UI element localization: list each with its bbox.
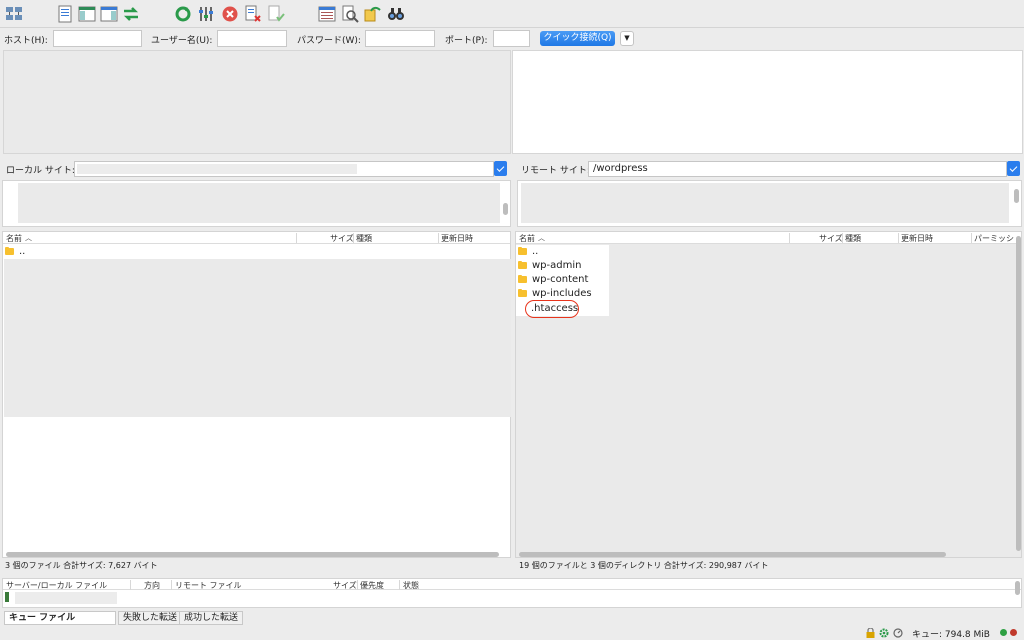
speed-limit-icon[interactable] xyxy=(893,628,903,638)
password-input[interactable] xyxy=(365,30,435,47)
site-manager-icon[interactable] xyxy=(5,5,23,23)
remote-col-type[interactable]: 種類 xyxy=(845,233,861,244)
folder-icon xyxy=(518,246,527,255)
binoculars-search-icon[interactable] xyxy=(387,5,405,23)
queue-size-text: キュー: 794.8 MiB xyxy=(912,630,990,640)
disconnect-icon[interactable] xyxy=(244,5,262,23)
remote-col-permissions[interactable]: パーミッシ xyxy=(974,233,1014,244)
process-queue-icon[interactable] xyxy=(197,5,215,23)
username-input[interactable] xyxy=(217,30,287,47)
list-item[interactable]: .. xyxy=(516,245,609,259)
local-file-list-header: 名前 ︿ サイズ 種類 更新日時 xyxy=(3,232,510,244)
local-col-size[interactable]: サイズ xyxy=(330,233,354,244)
status-bar: キュー: 794.8 MiB xyxy=(0,626,1024,640)
reconnect-icon[interactable] xyxy=(267,5,285,23)
remote-col-modified[interactable]: 更新日時 xyxy=(901,233,933,244)
local-file-list[interactable]: 名前 ︿ サイズ 種類 更新日時 .. xyxy=(2,231,511,558)
local-path-redacted xyxy=(77,164,357,174)
port-input[interactable] xyxy=(493,30,530,47)
remote-site-dropdown-button[interactable] xyxy=(1007,161,1020,176)
local-col-name[interactable]: 名前 xyxy=(6,233,22,244)
host-input[interactable] xyxy=(53,30,142,47)
queue-col-priority[interactable]: 優先度 xyxy=(360,580,384,591)
local-col-modified[interactable]: 更新日時 xyxy=(441,233,473,244)
remote-site-label: リモート サイト: xyxy=(521,166,590,176)
remote-list-vscrollbar[interactable] xyxy=(1016,236,1021,551)
list-item[interactable]: wp-content xyxy=(516,273,609,287)
queue-header: サーバー/ローカル ファイル 方向 リモート ファイル サイズ 優先度 状態 xyxy=(3,579,1021,590)
remote-list-hscrollbar[interactable] xyxy=(519,552,946,557)
chevron-down-icon: ▼ xyxy=(624,34,630,42)
sort-ascending-icon: ︿ xyxy=(538,234,545,242)
port-label: ポート(P): xyxy=(445,36,488,46)
local-tree-scrollbar[interactable] xyxy=(503,203,508,215)
quickconnect-button[interactable]: クイック接続(Q) xyxy=(540,31,615,46)
folder-icon xyxy=(518,274,527,283)
quickconnect-bar: ホスト(H): ユーザー名(U): パスワード(W): ポート(P): クイック… xyxy=(0,28,1024,50)
local-status-text: 3 個のファイル 合計サイズ: 7,627 バイト xyxy=(5,561,158,570)
send-indicator-icon xyxy=(1010,629,1017,636)
remote-file-list-header: 名前 ︿ サイズ 種類 更新日時 パーミッシ xyxy=(516,232,1021,244)
password-label: パスワード(W): xyxy=(297,36,361,46)
sort-ascending-icon: ︿ xyxy=(25,234,32,242)
local-directory-tree[interactable] xyxy=(2,180,511,227)
remote-directory-tree[interactable] xyxy=(517,180,1022,227)
folder-icon xyxy=(518,260,527,269)
remote-col-name[interactable]: 名前 xyxy=(519,233,535,244)
message-log-right xyxy=(512,50,1023,154)
gear-icon xyxy=(879,628,889,638)
local-list-redacted-area xyxy=(4,259,511,417)
queue-col-remote[interactable]: リモート ファイル xyxy=(175,580,242,591)
remote-file-list[interactable]: 名前 ︿ サイズ 種類 更新日時 パーミッシ .. wp-admin wp-co… xyxy=(515,231,1022,558)
tab-successful-transfers[interactable]: 成功した転送 xyxy=(179,611,244,625)
folder-icon xyxy=(518,288,527,297)
folder-icon xyxy=(5,246,14,255)
message-log-toggle-icon[interactable] xyxy=(56,5,74,23)
transfer-queue[interactable]: サーバー/ローカル ファイル 方向 リモート ファイル サイズ 優先度 状態 xyxy=(2,578,1022,608)
username-label: ユーザー名(U): xyxy=(151,36,213,46)
remote-tree-scrollbar[interactable] xyxy=(1014,189,1019,203)
local-site-path-input[interactable] xyxy=(74,161,494,177)
lock-icon xyxy=(866,627,875,638)
receive-indicator-icon xyxy=(1000,629,1007,636)
refresh-icon[interactable] xyxy=(174,5,192,23)
highlight-circle xyxy=(525,300,579,318)
compare-directories-icon[interactable] xyxy=(341,5,359,23)
local-tree-content xyxy=(18,183,500,223)
transfer-queue-toggle-icon[interactable] xyxy=(122,5,140,23)
tab-queued-files[interactable]: キュー ファイル xyxy=(4,611,116,625)
queue-col-status[interactable]: 状態 xyxy=(403,580,419,591)
list-item[interactable]: wp-admin xyxy=(516,259,609,273)
host-label: ホスト(H): xyxy=(4,36,48,46)
local-site-dropdown-button[interactable] xyxy=(494,161,507,176)
server-icon xyxy=(5,592,9,602)
synchronized-browsing-icon[interactable] xyxy=(364,5,382,23)
queue-col-local[interactable]: サーバー/ローカル ファイル xyxy=(6,580,107,591)
tab-failed-transfers[interactable]: 失敗した転送 xyxy=(118,611,183,625)
local-tree-toggle-icon[interactable] xyxy=(78,5,96,23)
toolbar xyxy=(0,0,1024,28)
cancel-operation-icon[interactable] xyxy=(221,5,239,23)
queue-redacted-area xyxy=(15,592,117,604)
remote-status-text: 19 個のファイルと 3 個のディレクトリ 合計サイズ: 290,987 バイト xyxy=(519,561,769,570)
queue-scrollbar[interactable] xyxy=(1015,581,1020,595)
local-site-label: ローカル サイト: xyxy=(6,166,75,176)
directory-listing-filters-icon[interactable] xyxy=(318,5,336,23)
queue-col-size[interactable]: サイズ xyxy=(333,580,357,591)
local-col-type[interactable]: 種類 xyxy=(356,233,372,244)
queue-col-direction[interactable]: 方向 xyxy=(144,580,160,591)
remote-site-path-input[interactable]: /wordpress xyxy=(588,161,1007,177)
remote-tree-toggle-icon[interactable] xyxy=(100,5,118,23)
remote-col-size[interactable]: サイズ xyxy=(819,233,843,244)
local-list-hscrollbar[interactable] xyxy=(6,552,499,557)
list-item[interactable]: .. xyxy=(3,245,510,259)
quickconnect-history-dropdown[interactable]: ▼ xyxy=(620,31,634,46)
remote-tree-content xyxy=(521,183,1009,223)
message-log-left xyxy=(3,50,511,154)
list-item[interactable]: wp-includes xyxy=(516,287,609,301)
